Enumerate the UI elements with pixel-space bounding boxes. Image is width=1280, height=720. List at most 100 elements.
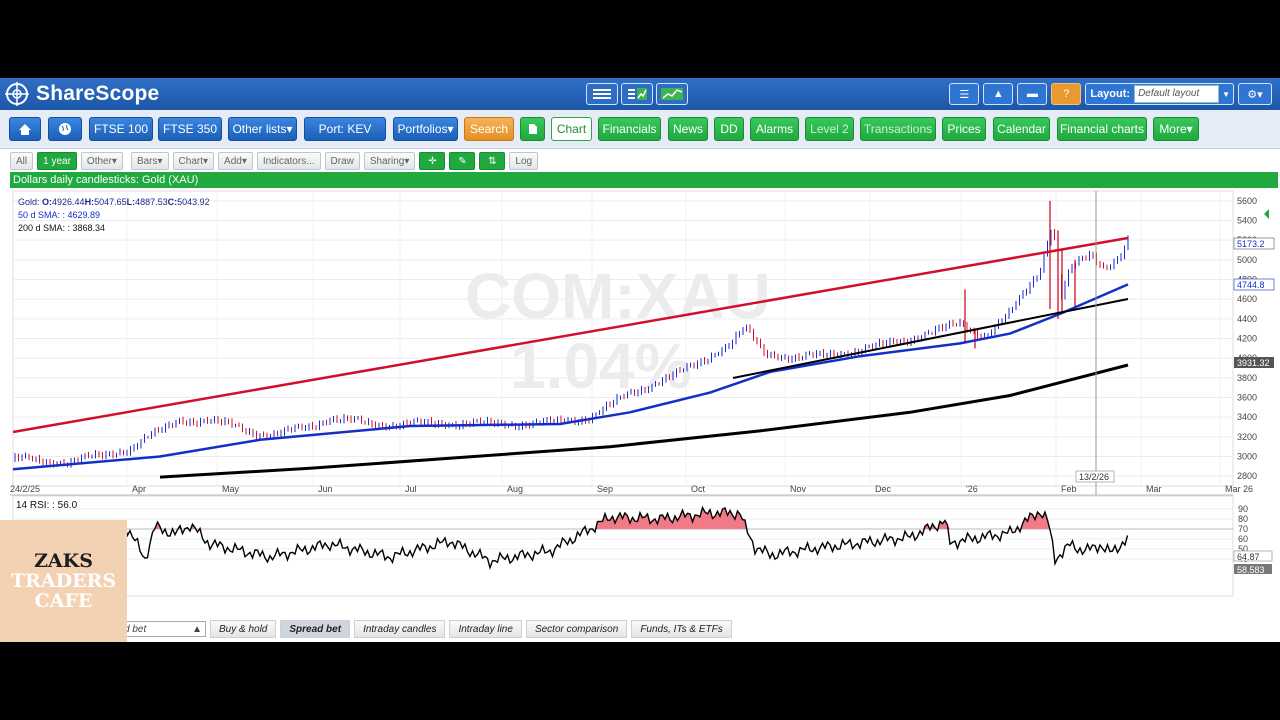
price-tick-label: 3200 <box>1237 432 1257 442</box>
tab-sector-comparison[interactable]: Sector comparison <box>525 620 628 638</box>
date-tick-label: Aug <box>507 484 523 494</box>
date-tick-label: Mar 26 <box>1225 484 1253 494</box>
rsi-tick-label: 90 <box>1238 504 1248 514</box>
price-tick-label: 3400 <box>1237 412 1257 422</box>
tab-transactions[interactable]: Transactions <box>860 117 936 141</box>
tab-prices[interactable]: Prices <box>942 117 986 141</box>
help-icon[interactable]: ? <box>1051 83 1082 105</box>
date-tick-label: Feb <box>1061 484 1077 494</box>
pencil-icon[interactable]: ✎ <box>449 152 476 170</box>
price-tick-label: 5000 <box>1237 255 1257 265</box>
chart-area[interactable]: COM:XAU 1.04% Gold: O:4926.44H:5047.65L:… <box>10 188 1280 598</box>
price-tick-label: 4600 <box>1237 294 1257 304</box>
ohlc-readout: Gold: O:4926.44H:5047.65L:4887.53C:5043.… <box>18 197 210 207</box>
sma50-readout: 50 d SMA: : 4629.89 <box>18 210 100 220</box>
globe-button[interactable] <box>48 117 82 141</box>
chart-menu[interactable]: Chart▾ <box>172 152 215 170</box>
date-tick-label: Jul <box>405 484 417 494</box>
main-toolbar: FTSE 100 FTSE 350 Other lists▾ Port: KEV… <box>0 110 1280 149</box>
bell-icon[interactable]: ▲ <box>983 83 1014 105</box>
rsi-tick-label: 80 <box>1238 514 1248 524</box>
draw-button[interactable]: Draw <box>324 152 360 170</box>
logo-line-1: ZAKS <box>34 550 93 572</box>
date-tick-label: May <box>222 484 240 494</box>
date-tick-label: Dec <box>875 484 892 494</box>
style-select[interactable]: d bet ▲ <box>120 621 206 637</box>
search-button[interactable]: Search <box>464 117 514 141</box>
ftse100-button[interactable]: FTSE 100 <box>89 117 153 141</box>
chart-style-tabs: d bet ▲ Buy & hold Spread bet Intraday ca… <box>120 620 1240 638</box>
bars-menu[interactable]: Bars▾ <box>130 152 169 170</box>
date-tick-label: Oct <box>691 484 706 494</box>
tab-financial-charts[interactable]: Financial charts <box>1057 117 1147 141</box>
portfolios-button[interactable]: Portfolios▾ <box>393 117 458 141</box>
sharing-menu[interactable]: Sharing▾ <box>363 152 416 170</box>
home-icon <box>19 123 31 135</box>
sma200-price-label: 3931.32 <box>1237 358 1270 368</box>
rsi-tick-label: 70 <box>1238 524 1248 534</box>
sma50-price-label: 4744.8 <box>1237 280 1265 290</box>
price-tick-label: 2800 <box>1237 471 1257 481</box>
tab-intraday-line[interactable]: Intraday line <box>449 620 522 638</box>
sharescope-window: ShareScope ☰ ▲ ▬ ? Layout: Default layou… <box>0 78 1280 642</box>
logo-line-2: TRADERS <box>10 570 117 592</box>
price-tick-label: 4200 <box>1237 334 1257 344</box>
crosshair-tool-icon[interactable]: ✛ <box>419 152 446 170</box>
tab-buy-hold[interactable]: Buy & hold <box>210 620 277 638</box>
date-tick-label: Nov <box>790 484 807 494</box>
tab-funds-its-etfs[interactable]: Funds, ITs & ETFs <box>631 620 732 638</box>
logo-line-3: CAFE <box>34 590 93 612</box>
app-name: ShareScope <box>36 82 160 105</box>
title-bar: ShareScope ☰ ▲ ▬ ? Layout: Default layou… <box>0 78 1280 110</box>
document-button[interactable] <box>520 117 545 141</box>
gear-icon[interactable]: ⚙▾ <box>1238 83 1272 105</box>
tab-spread-bet[interactable]: Spread bet <box>280 620 351 638</box>
rsi-crosshair-value: 64.87 <box>1237 552 1260 562</box>
date-tick-label: Jun <box>318 484 333 494</box>
channel-watermark-logo: ZAKS TRADERS CAFE <box>0 520 127 642</box>
tab-financials[interactable]: Financials <box>598 117 661 141</box>
scale-arrows-icon[interactable]: ⇅ <box>479 152 506 170</box>
price-tick-label: 5600 <box>1237 196 1257 206</box>
indicators-button[interactable]: Indicators... <box>256 152 321 170</box>
list-chart-view-icon[interactable] <box>621 83 653 105</box>
date-tick-label: Apr <box>132 484 146 494</box>
tab-dd[interactable]: DD <box>714 117 744 141</box>
tab-news[interactable]: News <box>668 117 708 141</box>
chat-icon[interactable]: ▬ <box>1017 83 1048 105</box>
layout-value[interactable]: Default layout <box>1134 85 1220 103</box>
tab-calendar[interactable]: Calendar <box>993 117 1050 141</box>
list-view-icon[interactable] <box>586 83 618 105</box>
document-icon <box>528 124 537 134</box>
range-other[interactable]: Other▾ <box>80 152 123 170</box>
range-1-year[interactable]: 1 year <box>37 152 77 170</box>
ftse350-button[interactable]: FTSE 350 <box>158 117 222 141</box>
chart-subtoolbar: All 1 year Other▾ Bars▾ Chart▾ Add▾ Indi… <box>10 152 539 170</box>
crosshair-logo-icon <box>5 82 29 106</box>
rsi-tick-label: 60 <box>1238 534 1248 544</box>
crosshair-date-label: 13/2/26 <box>1079 472 1109 482</box>
range-all[interactable]: All <box>10 152 34 170</box>
home-button[interactable] <box>9 117 41 141</box>
rsi-label: 14 RSI: : 56.0 <box>16 500 78 511</box>
app-logo: ShareScope <box>4 82 159 106</box>
layout-selector[interactable]: Layout: Default layout ▼ <box>1085 83 1234 105</box>
log-button[interactable]: Log <box>509 152 539 170</box>
chart-view-icon[interactable] <box>656 83 688 105</box>
other-lists-button[interactable]: Other lists▾ <box>228 117 297 141</box>
add-menu[interactable]: Add▾ <box>218 152 253 170</box>
layout-label: Layout: <box>1090 88 1131 100</box>
menu-list-icon[interactable]: ☰ <box>949 83 980 105</box>
tab-level2[interactable]: Level 2 <box>805 117 854 141</box>
portfolio-kev-button[interactable]: Port: KEV <box>304 117 386 141</box>
price-chart[interactable]: COM:XAU 1.04% Gold: O:4926.44H:5047.65L:… <box>10 188 1280 598</box>
last-price-label: 5173.2 <box>1237 239 1265 249</box>
more-button[interactable]: More▾ <box>1153 117 1199 141</box>
price-tick-label: 3800 <box>1237 373 1257 383</box>
tab-chart[interactable]: Chart <box>551 117 592 141</box>
date-tick-label: Mar <box>1146 484 1162 494</box>
date-tick-label: Sep <box>597 484 613 494</box>
tab-alarms[interactable]: Alarms <box>750 117 799 141</box>
globe-icon <box>59 123 71 135</box>
tab-intraday-candles[interactable]: Intraday candles <box>354 620 446 638</box>
